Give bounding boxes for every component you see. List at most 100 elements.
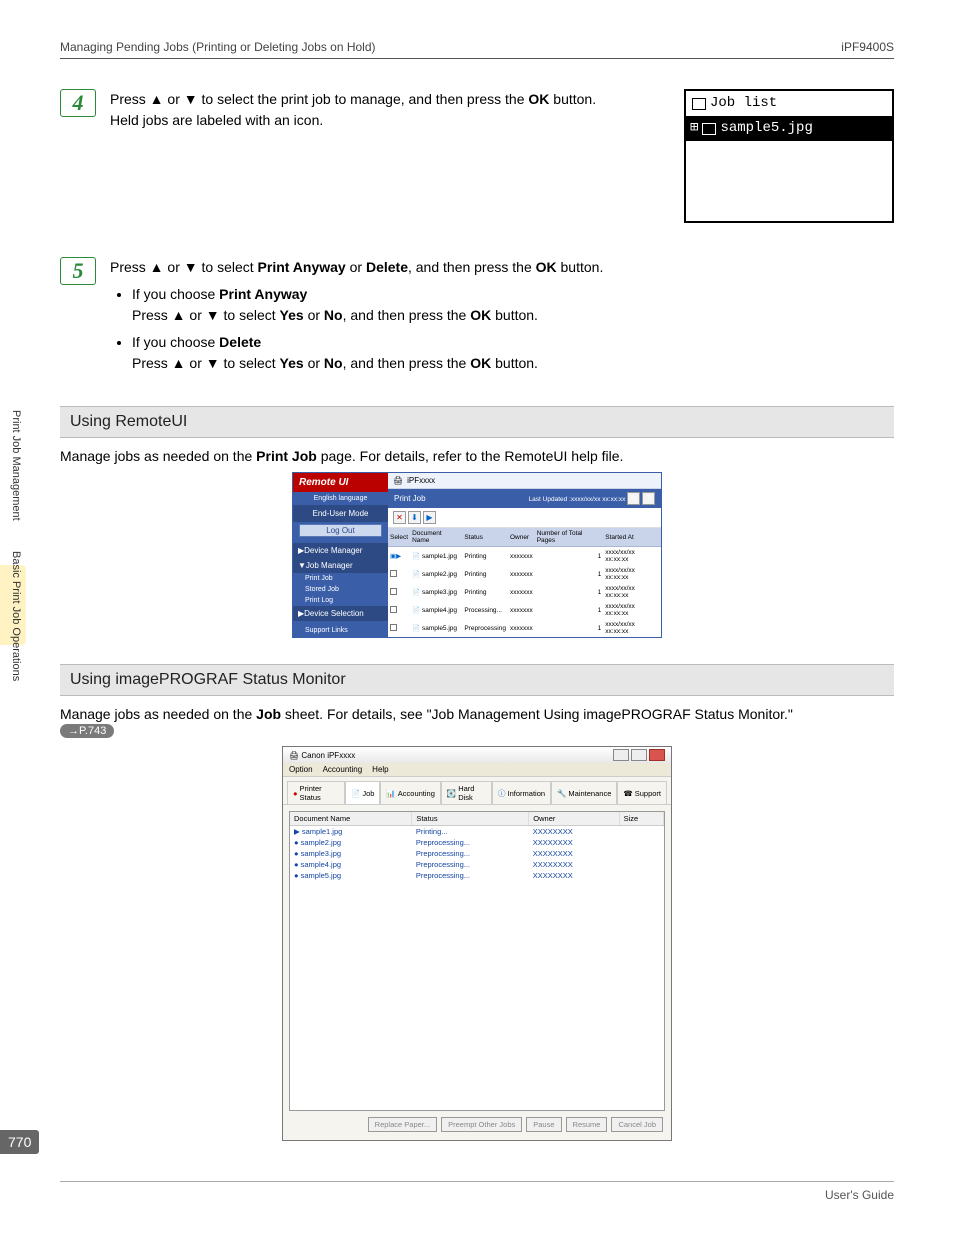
play-button[interactable]: ▶ — [423, 511, 436, 524]
page-number: 770 — [0, 1130, 39, 1154]
step5-bullet-2: If you choose Delete Press ▲ or ▼ to sel… — [132, 332, 894, 374]
close-button[interactable] — [649, 749, 665, 761]
sm-btn-preempt[interactable]: Preempt Other Jobs — [441, 1117, 522, 1132]
b2f: No — [324, 355, 343, 371]
sm-menu-accounting[interactable]: Accounting — [323, 765, 363, 774]
step4-ok: OK — [528, 91, 549, 107]
s5b: Print Anyway — [258, 259, 346, 275]
s5f: OK — [536, 259, 557, 275]
help-icon[interactable]: ? — [642, 492, 655, 505]
remoteui-menu-printjob[interactable]: Print Job — [293, 573, 388, 584]
step-4-number: 4 — [60, 89, 96, 117]
minimize-button[interactable] — [613, 749, 629, 761]
list-item[interactable]: ● sample3.jpgPreprocessing...XXXXXXXX — [290, 848, 664, 859]
remoteui-tab: Print Job — [394, 494, 426, 503]
sm-col-size: Size — [619, 812, 663, 826]
list-item[interactable]: ● sample5.jpgPreprocessing...XXXXXXXX — [290, 870, 664, 881]
remoteui-window: Remote UI English language End-User Mode… — [292, 472, 662, 638]
sm-menu-help[interactable]: Help — [372, 765, 388, 774]
remoteui-job-table: Select Document Name Status Owner Number… — [388, 528, 661, 637]
sm-btn-cancel[interactable]: Cancel Job — [611, 1117, 663, 1132]
remoteui-menu-job[interactable]: ▼Job Manager — [293, 558, 388, 573]
sm-desc-b: Job — [256, 706, 281, 722]
step4-text-a: Press ▲ or ▼ to select the print job to … — [110, 91, 528, 107]
table-row[interactable]: 📄 sample4.jpgProcessing...xxxxxxx1xxxx/x… — [388, 601, 661, 619]
sm-tab-harddisk[interactable]: 💽Hard Disk — [441, 781, 492, 804]
sidebar-label-2: Basic Print Job Operations — [10, 551, 22, 681]
sidebar-label-1: Print Job Management — [10, 410, 22, 521]
delete-button[interactable]: ✕ — [393, 511, 406, 524]
step4-line2: Held jobs are labeled with an icon. — [110, 112, 323, 128]
refresh-icon[interactable]: ↻ — [627, 492, 640, 505]
step4-text-c: button. — [549, 91, 596, 107]
b2b: Delete — [219, 334, 261, 350]
lcd-panel: Job list ⊞sample5.jpg — [684, 89, 894, 223]
window-controls — [613, 749, 665, 761]
sm-btn-replace[interactable]: Replace Paper... — [368, 1117, 437, 1132]
remoteui-logout[interactable]: Log Out — [299, 524, 382, 537]
list-item[interactable]: ▶ sample1.jpgPrinting...XXXXXXXX — [290, 826, 664, 838]
b1d: Yes — [280, 307, 304, 323]
sm-desc-a: Manage jobs as needed on the — [60, 706, 256, 722]
b1i: button. — [491, 307, 538, 323]
ru-col-pages: Number of Total Pages — [535, 528, 604, 547]
priority-button[interactable]: ⬇ — [408, 511, 421, 524]
s5a: Press ▲ or ▼ to select — [110, 259, 258, 275]
sm-btn-pause[interactable]: Pause — [526, 1117, 561, 1132]
step-5-number: 5 — [60, 257, 96, 285]
remoteui-mode: End-User Mode — [293, 505, 388, 522]
b1b: Print Anyway — [219, 286, 307, 302]
printer-icon: 🖨 — [393, 476, 403, 485]
sm-tab-support[interactable]: ☎Support — [617, 781, 667, 804]
sm-tab-printerstatus[interactable]: ●Printer Status — [287, 781, 345, 804]
sm-app-icon: 🖨 — [289, 751, 299, 760]
remoteui-menu-support[interactable]: Support Links — [293, 621, 388, 636]
sm-tab-info[interactable]: ⓘInformation — [492, 781, 551, 804]
sm-col-status: Status — [412, 812, 529, 826]
table-row[interactable]: 📄 sample2.jpgPrintingxxxxxxx1xxxx/xx/xx … — [388, 565, 661, 583]
sm-desc-c: sheet. For details, see "Job Management … — [281, 706, 793, 722]
ru-col-select: Select — [388, 528, 410, 547]
page-ref[interactable]: →P.743 — [60, 724, 114, 738]
lcd-plus-icon: ⊞ — [690, 118, 698, 139]
remoteui-menu-devsel[interactable]: ▶Device Selection — [293, 606, 388, 621]
sm-btn-resume[interactable]: Resume — [566, 1117, 608, 1132]
table-row[interactable]: 📄 sample3.jpgPrintingxxxxxxx1xxxx/xx/xx … — [388, 583, 661, 601]
b1g: , and then press the — [343, 307, 471, 323]
sm-tab-job[interactable]: 📄Job — [345, 781, 380, 804]
list-item[interactable]: ● sample2.jpgPreprocessing...XXXXXXXX — [290, 837, 664, 848]
s5g: button. — [557, 259, 604, 275]
ru-col-owner: Owner — [508, 528, 535, 547]
maximize-button[interactable] — [631, 749, 647, 761]
ru-col-started: Started At — [603, 528, 661, 547]
lcd-title: Job list — [710, 93, 777, 114]
remoteui-menu-device[interactable]: ▶Device Manager — [293, 543, 388, 558]
sm-menu-option[interactable]: Option — [289, 765, 313, 774]
sm-tab-maint[interactable]: 🔧Maintenance — [551, 781, 617, 804]
remoteui-menu-storedjob[interactable]: Stored Job — [293, 584, 388, 595]
b1e: or — [304, 307, 324, 323]
remoteui-menu-printlog[interactable]: Print Log — [293, 595, 388, 606]
b1f: No — [324, 307, 343, 323]
remoteui-desc-b: Print Job — [256, 448, 317, 464]
b2d: Yes — [280, 355, 304, 371]
b2c: Press ▲ or ▼ to select — [132, 355, 280, 371]
b1h: OK — [470, 307, 491, 323]
step5-bullet-1: If you choose Print Anyway Press ▲ or ▼ … — [132, 284, 894, 326]
list-item[interactable]: ● sample4.jpgPreprocessing...XXXXXXXX — [290, 859, 664, 870]
b2a: If you choose — [132, 334, 219, 350]
sm-job-list: Document Name Status Owner Size ▶ sample… — [289, 811, 665, 1111]
sm-tab-accounting[interactable]: 📊Accounting — [380, 781, 440, 804]
ru-col-doc: Document Name — [410, 528, 462, 547]
sidebar-vertical-labels: Print Job Management Basic Print Job Ope… — [10, 410, 22, 681]
sm-col-owner: Owner — [529, 812, 619, 826]
s5d: Delete — [366, 259, 408, 275]
remoteui-desc-c: page. For details, refer to the RemoteUI… — [317, 448, 624, 464]
remoteui-lang[interactable]: English language — [293, 492, 388, 505]
table-row[interactable]: ▣▶📄 sample1.jpgPrintingxxxxxxx1xxxx/xx/x… — [388, 547, 661, 566]
b2i: button. — [491, 355, 538, 371]
remoteui-updated: Last Updated :xxxx/xx/xx xx:xx:xx — [529, 496, 626, 503]
table-row[interactable]: 📄 sample5.jpgPreprocessingxxxxxxx1xxxx/x… — [388, 619, 661, 637]
sm-col-doc: Document Name — [290, 812, 412, 826]
section-remoteui-title: Using RemoteUI — [60, 406, 894, 438]
